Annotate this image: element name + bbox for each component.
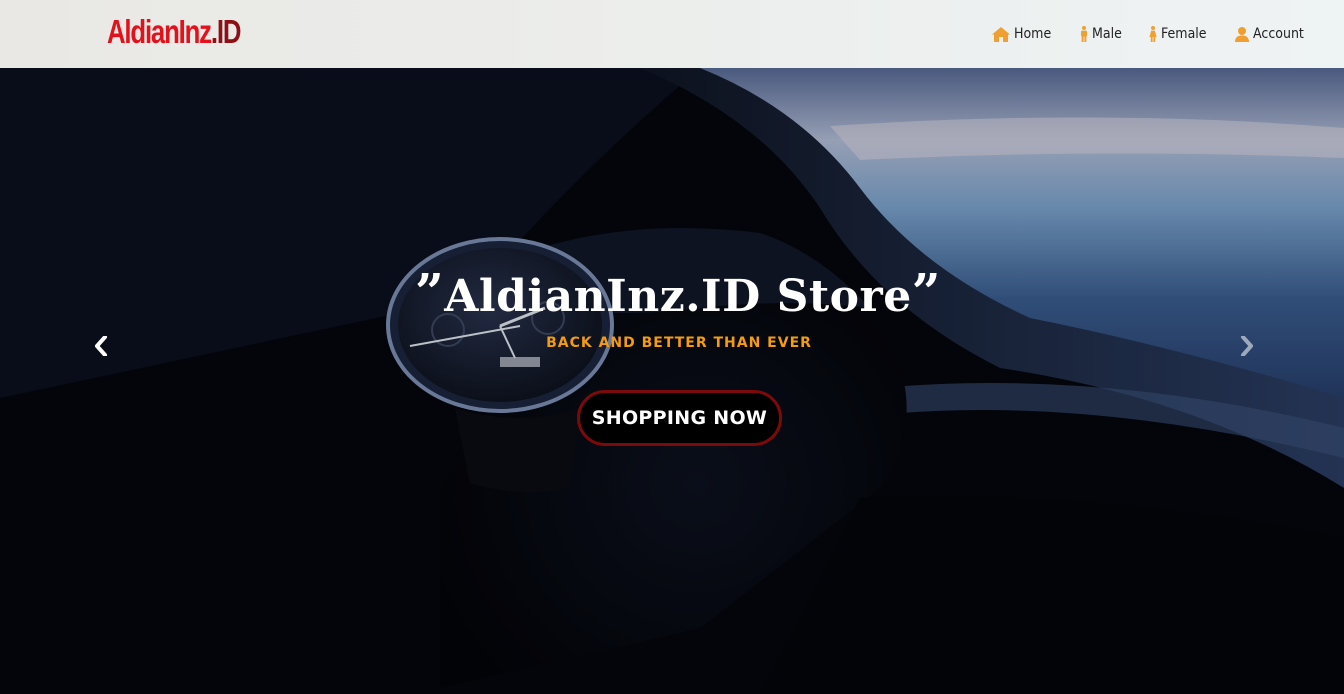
user-icon: [1235, 26, 1250, 42]
hero-background-image: [0, 68, 1344, 694]
hero-caption: ”AldianInz.ID Store” BACK AND BETTER THA…: [0, 260, 1344, 351]
nav-label-home: Home: [1014, 26, 1052, 42]
nav-item-home[interactable]: Home: [992, 26, 1055, 42]
main-nav: Home Male Female Account: [992, 22, 1310, 46]
brand-suffix: .ID: [210, 13, 242, 50]
hero-carousel: ”AldianInz.ID Store” BACK AND BETTER THA…: [0, 68, 1344, 694]
home-icon: [992, 26, 1011, 42]
chevron-right-icon: [1240, 335, 1254, 360]
male-icon: [1080, 26, 1088, 42]
quote-open: ”: [415, 262, 445, 321]
nav-label-account: Account: [1253, 26, 1305, 42]
hero-title: ”AldianInz.ID Store”: [0, 260, 1344, 329]
carousel-prev-button[interactable]: [86, 333, 116, 363]
shopping-now-button[interactable]: SHOPPING NOW: [577, 390, 782, 446]
navbar: AldianInz.ID Home Male Female Account: [0, 0, 1344, 68]
nav-item-male[interactable]: Male: [1080, 26, 1125, 42]
carousel-next-button[interactable]: [1232, 333, 1262, 363]
chevron-left-icon: [94, 335, 108, 360]
brand-logo[interactable]: AldianInz.ID: [107, 12, 242, 52]
nav-item-female[interactable]: Female: [1149, 26, 1212, 42]
quote-close: ”: [911, 262, 941, 321]
hero-subtitle: BACK AND BETTER THAN EVER: [546, 335, 812, 351]
nav-label-female: Female: [1160, 26, 1207, 42]
female-icon: [1149, 26, 1157, 42]
nav-item-account[interactable]: Account: [1235, 26, 1310, 42]
hero-title-text: AldianInz.ID Store: [444, 271, 912, 322]
brand-name: AldianInz: [107, 13, 212, 50]
nav-label-male: Male: [1091, 26, 1122, 42]
